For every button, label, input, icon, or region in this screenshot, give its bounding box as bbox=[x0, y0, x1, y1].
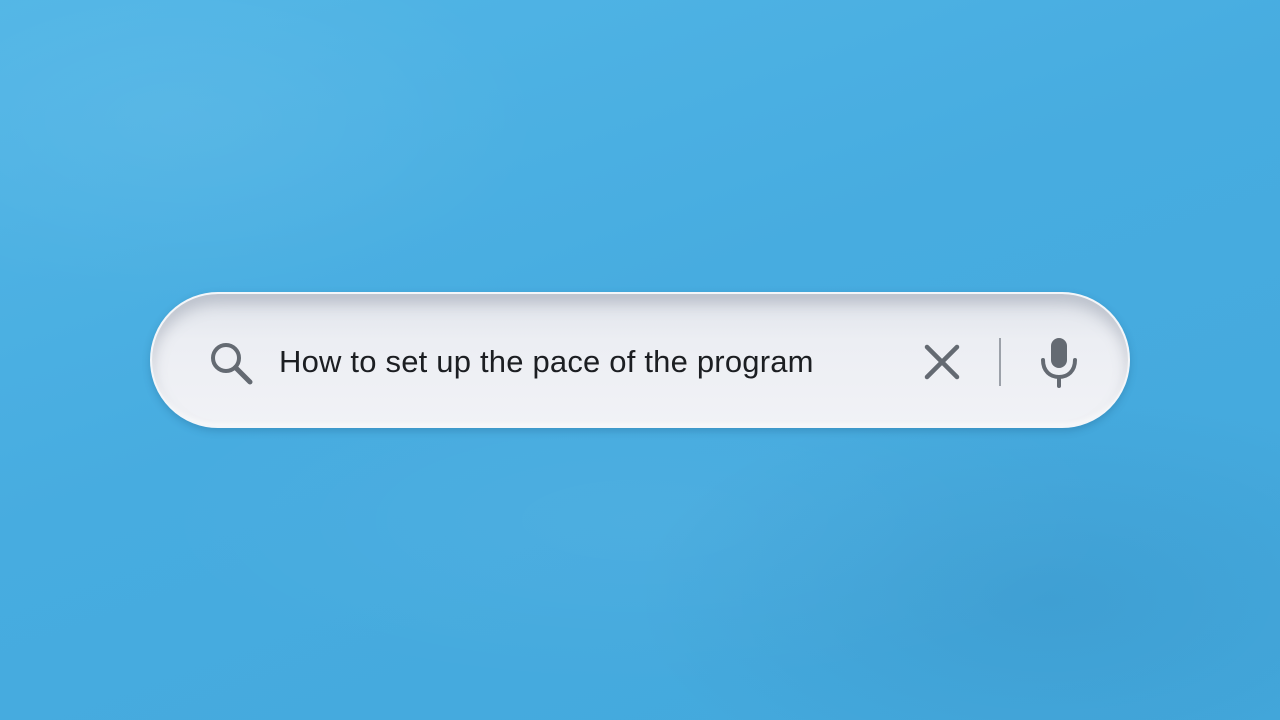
search-icon bbox=[206, 338, 256, 388]
search-bar-divider bbox=[999, 338, 1001, 386]
search-input[interactable]: How to set up the pace of the program bbox=[279, 340, 814, 384]
microphone-icon[interactable] bbox=[1036, 334, 1082, 390]
search-bar[interactable]: How to set up the pace of the program bbox=[150, 292, 1130, 428]
close-icon[interactable] bbox=[920, 340, 964, 384]
